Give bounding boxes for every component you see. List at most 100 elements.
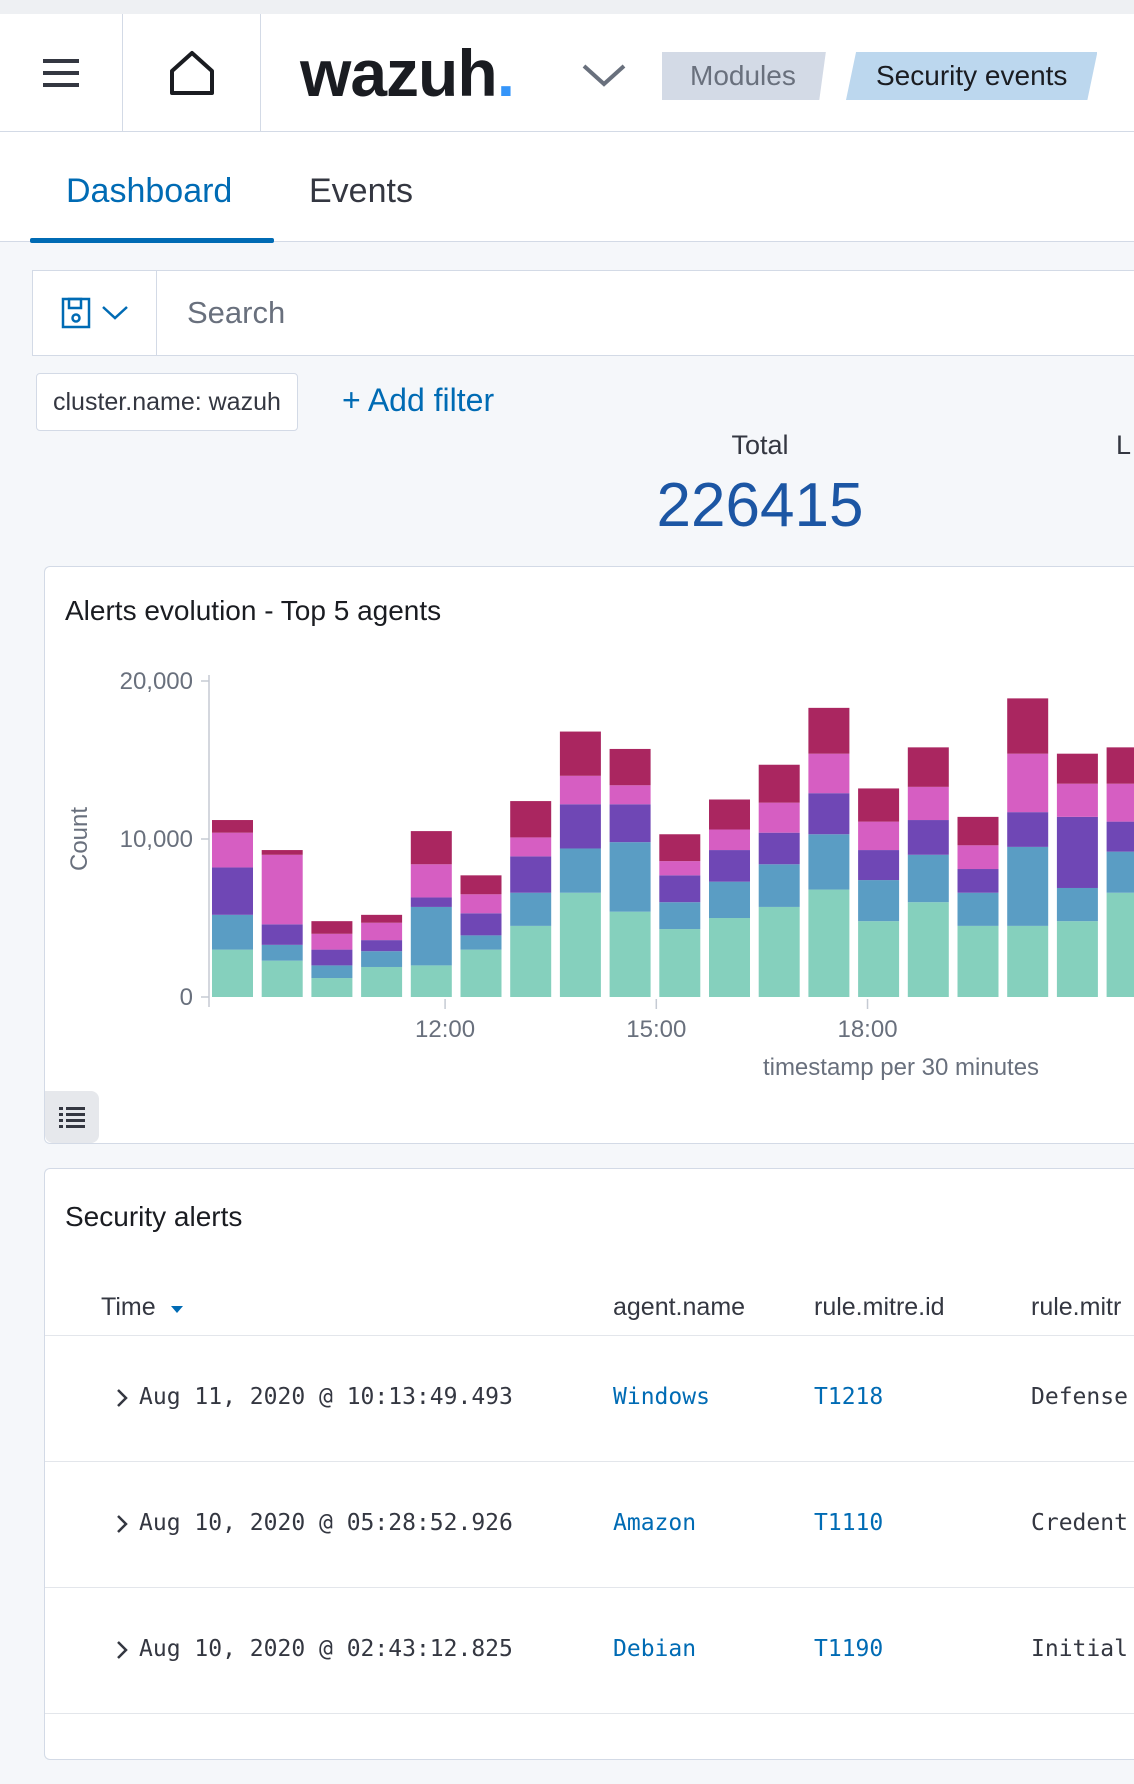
bar-segment: [1106, 892, 1134, 997]
bar-segment: [1007, 846, 1049, 926]
bar-segment: [361, 914, 403, 923]
x-tick-label: 12:00: [415, 1016, 475, 1043]
tab-dashboard[interactable]: Dashboard: [66, 172, 232, 211]
bar-segment: [212, 820, 253, 833]
chevron-down-icon[interactable]: [580, 62, 628, 90]
cell-time: Aug 10, 2020 @ 02:43:12.825: [139, 1636, 513, 1662]
chevron-right-icon[interactable]: [115, 1388, 129, 1408]
cell-agent-name[interactable]: Amazon: [613, 1510, 696, 1536]
bar-segment: [1106, 821, 1134, 852]
search-input[interactable]: Search: [187, 295, 285, 331]
filter-pill[interactable]: cluster.name: wazuh: [36, 373, 298, 431]
y-tick-label: 20,000: [120, 668, 193, 695]
column-header-rule-mitre-id[interactable]: rule.mitre.id: [814, 1293, 945, 1322]
bar-segment: [858, 788, 900, 822]
chevron-down-icon: [101, 306, 128, 320]
bar-segment: [460, 875, 502, 895]
bar-segment: [460, 949, 502, 997]
bar-segment: [559, 892, 601, 997]
bar-segment: [559, 731, 601, 776]
alerts-evolution-chart: 0 10,000 20,000 Count 12:00 15:00 18:00 timesta…: [66, 668, 1134, 1081]
bar-segment: [1056, 753, 1098, 784]
bar-segment: [609, 911, 651, 997]
bar-segment: [510, 837, 552, 857]
cell-time: Aug 10, 2020 @ 05:28:52.926: [139, 1510, 513, 1536]
bar-segment: [858, 850, 900, 881]
bar-segment: [609, 804, 651, 843]
bar-segment: [410, 906, 452, 966]
table-row[interactable]: Aug 10, 2020 @ 02:43:12.825 Debian T1190…: [45, 1587, 1134, 1713]
bar-segment: [261, 924, 303, 945]
bar-segment: [609, 748, 651, 786]
bar-segment: [212, 867, 253, 915]
add-filter-button[interactable]: + Add filter: [342, 382, 494, 419]
breadcrumb-security-events[interactable]: Security events: [846, 52, 1098, 100]
bar-segment: [957, 869, 999, 893]
column-header-rule-mitre-tactic[interactable]: rule.mitr: [1031, 1293, 1121, 1322]
bar-segment: [261, 944, 303, 961]
app-header: wazuh. Modules Security events: [0, 14, 1134, 132]
cell-mitre-id[interactable]: T1110: [814, 1510, 883, 1536]
bar-segment: [361, 951, 403, 967]
home-icon: [169, 51, 214, 95]
bar-segment: [460, 935, 502, 950]
bar-segment: [1056, 816, 1098, 888]
breadcrumb-modules[interactable]: Modules: [662, 52, 826, 100]
bar-segment: [559, 804, 601, 849]
bar-segment: [361, 922, 403, 941]
cell-mitre-id[interactable]: T1190: [814, 1636, 883, 1662]
bar-segment: [1007, 812, 1049, 847]
bar-segment: [1007, 925, 1049, 997]
bar-segment: [907, 820, 949, 855]
list-icon: [59, 1107, 85, 1128]
bar-segment: [758, 832, 800, 865]
bar-segment: [311, 965, 353, 979]
search-bar: Search: [32, 270, 1134, 356]
cell-agent-name[interactable]: Debian: [613, 1636, 696, 1662]
tab-bar: Dashboard Events: [0, 132, 1134, 243]
active-tab-indicator: [30, 238, 274, 243]
security-alerts-panel: Security alerts Time agent.name rule.mit…: [44, 1168, 1134, 1760]
sort-down-icon[interactable]: [169, 1303, 185, 1315]
home-button[interactable]: [123, 14, 261, 132]
top-strip: [0, 0, 1134, 14]
table-row[interactable]: Aug 11, 2020 @ 10:13:49.493 Windows T121…: [45, 1335, 1134, 1461]
column-header-time[interactable]: Time: [101, 1293, 185, 1322]
wazuh-logo[interactable]: wazuh.: [300, 40, 515, 106]
saved-queries-button[interactable]: [33, 271, 157, 355]
bar-segment: [808, 753, 850, 794]
metric-label-partial: L: [1116, 430, 1132, 460]
bar-segment: [460, 894, 502, 914]
total-label: Total: [731, 430, 789, 460]
bar-segment: [758, 764, 800, 803]
bar-segment: [758, 802, 800, 833]
chevron-right-icon[interactable]: [115, 1640, 129, 1660]
chevron-right-icon[interactable]: [115, 1514, 129, 1534]
logo-dot: .: [496, 36, 515, 110]
logo-text: wazuh: [300, 36, 498, 110]
cell-mitre-id[interactable]: T1218: [814, 1384, 883, 1410]
bar-segment: [212, 832, 253, 868]
bar-segment: [907, 786, 949, 821]
menu-button[interactable]: [0, 14, 123, 132]
bar-segment: [1007, 698, 1049, 754]
bar-segment: [858, 880, 900, 922]
cell-agent-name[interactable]: Windows: [613, 1384, 710, 1410]
bar-segment: [957, 845, 999, 870]
bar-segment: [311, 949, 353, 966]
bar-segment: [709, 918, 750, 997]
bar-segment: [559, 775, 601, 805]
bar-segment: [758, 864, 800, 907]
tab-events[interactable]: Events: [309, 172, 413, 211]
column-header-agent-name[interactable]: agent.name: [613, 1293, 745, 1322]
hamburger-icon: [43, 59, 79, 87]
bar-segment: [609, 785, 651, 805]
x-axis-label: timestamp per 30 minutes: [763, 1054, 1039, 1081]
legend-toggle-button[interactable]: [45, 1091, 99, 1143]
bar-segment: [410, 864, 452, 898]
bar-segment: [261, 854, 303, 925]
bar-segment: [212, 914, 253, 950]
bar-segment: [410, 965, 452, 997]
bar-segment: [709, 829, 750, 851]
table-row[interactable]: Aug 10, 2020 @ 05:28:52.926 Amazon T1110…: [45, 1461, 1134, 1587]
